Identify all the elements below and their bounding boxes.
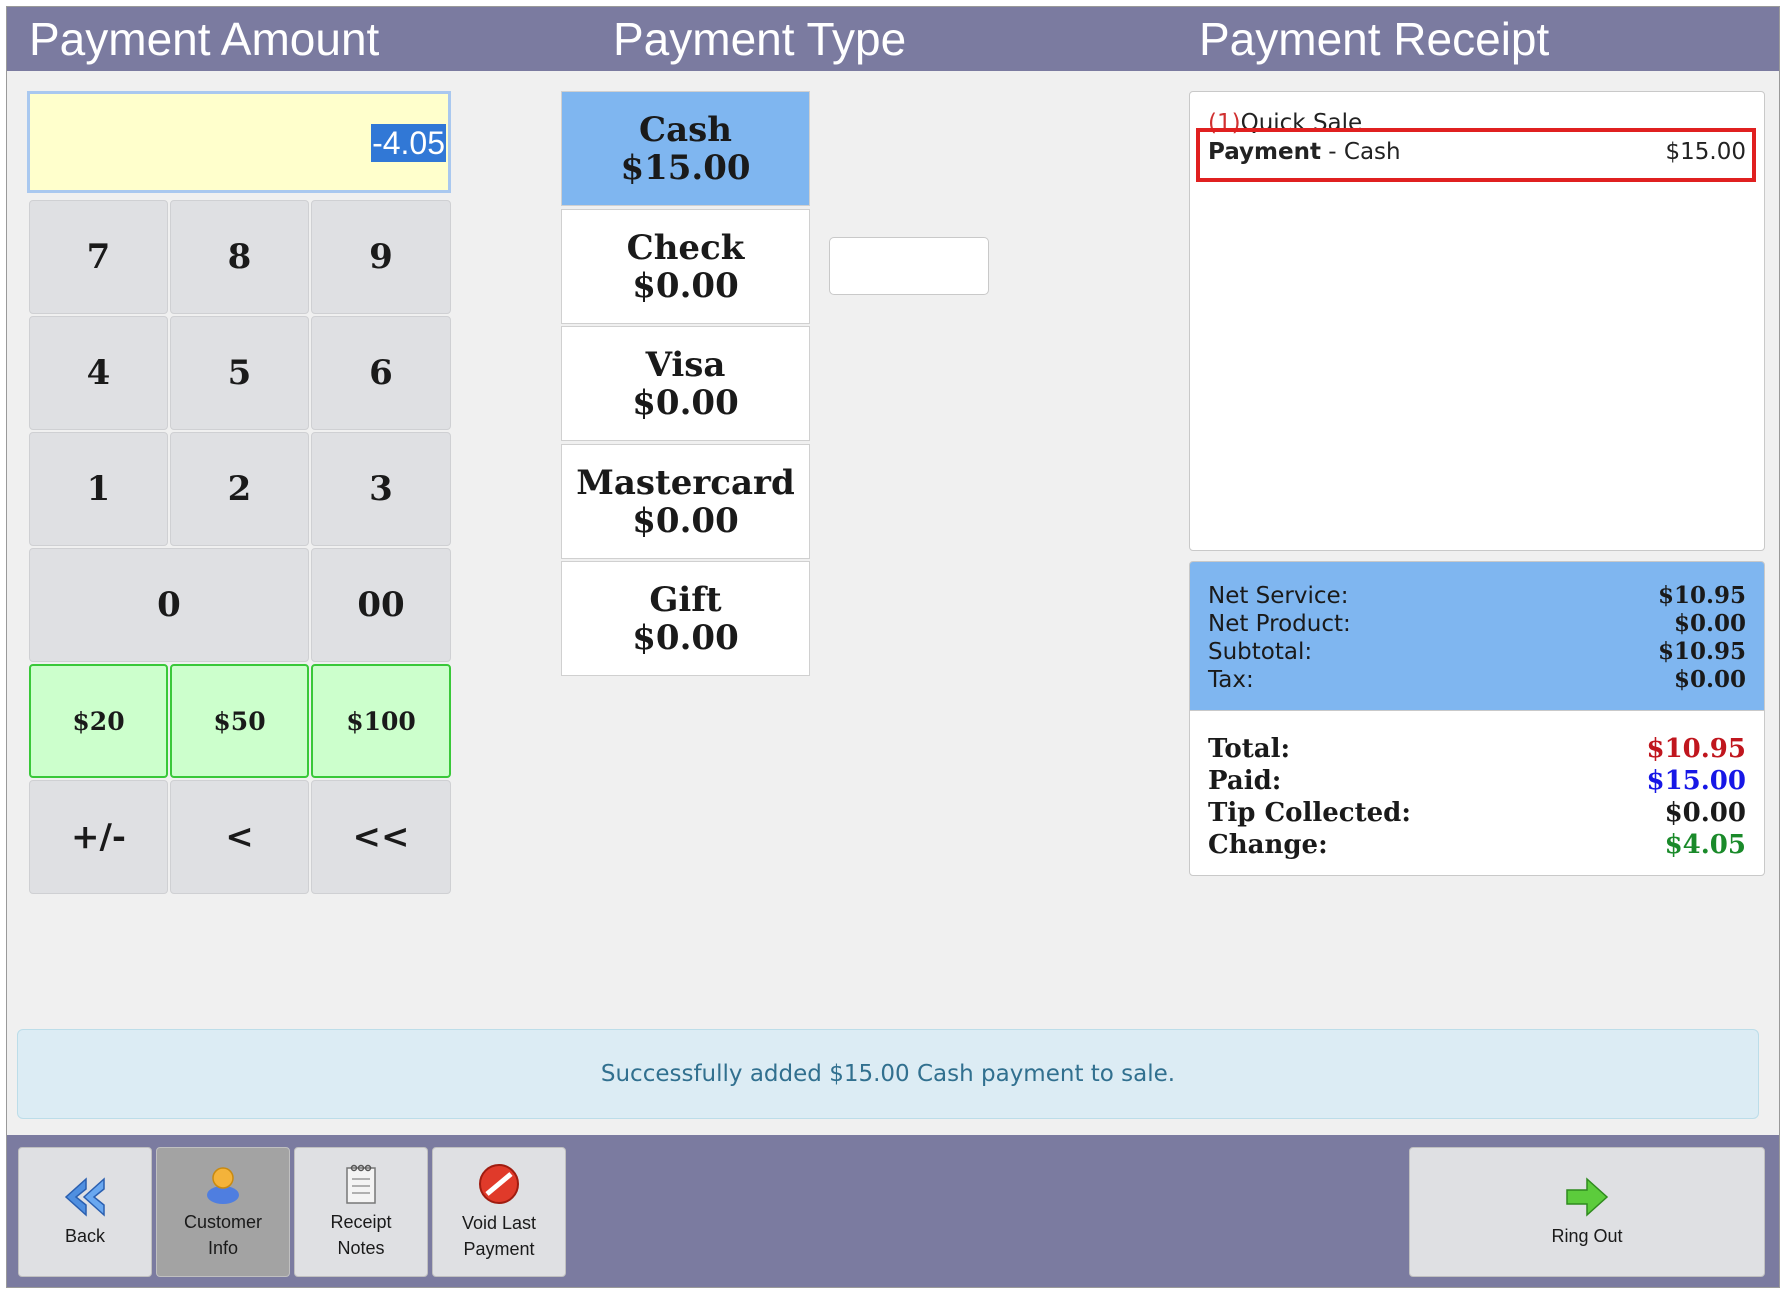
payment-type-name: Mastercard bbox=[576, 462, 795, 503]
payment-type-amount: $0.00 bbox=[632, 500, 739, 541]
receipt-notes-label-2: Notes bbox=[337, 1238, 385, 1258]
tip-row: Tip Collected: $0.00 bbox=[1208, 797, 1746, 829]
payment-type-amount: $0.00 bbox=[632, 382, 739, 423]
payment-type-heading: Payment Type bbox=[613, 13, 907, 65]
payment-type-amount: $15.00 bbox=[620, 147, 751, 188]
payment-amount-input[interactable]: -4.05 bbox=[27, 91, 451, 193]
subtotal-row: Subtotal: $10.95 bbox=[1208, 638, 1746, 666]
quick-amount-100-button[interactable]: $100 bbox=[311, 664, 451, 778]
customer-info-label-2: Info bbox=[207, 1238, 239, 1258]
total-row: Total: $10.95 bbox=[1208, 733, 1746, 765]
payment-amount-heading: Payment Amount bbox=[29, 13, 380, 65]
totals-value: $10.95 bbox=[1657, 582, 1746, 609]
key-5[interactable]: 5 bbox=[170, 316, 309, 430]
back-button[interactable]: Back bbox=[18, 1147, 152, 1277]
key-3[interactable]: 3 bbox=[311, 432, 451, 546]
payment-type-cash[interactable]: Cash $15.00 bbox=[561, 91, 810, 206]
net-service-row: Net Service: $10.95 bbox=[1208, 582, 1746, 610]
ring-out-button[interactable]: Ring Out bbox=[1409, 1147, 1765, 1277]
notepad-icon bbox=[346, 1164, 376, 1204]
change-value: $4.05 bbox=[1664, 830, 1746, 860]
void-label-1: Void Last bbox=[461, 1213, 537, 1233]
payment-type-mastercard[interactable]: Mastercard $0.00 bbox=[561, 444, 810, 559]
payment-type-amount: $0.00 bbox=[632, 617, 739, 658]
key-4[interactable]: 4 bbox=[29, 316, 168, 430]
key-6[interactable]: 6 bbox=[311, 316, 451, 430]
receipt-notes-button[interactable]: Receipt Notes bbox=[294, 1147, 428, 1277]
void-icon bbox=[479, 1164, 519, 1204]
net-product-row: Net Product: $0.00 bbox=[1208, 610, 1746, 638]
payment-type-visa[interactable]: Visa $0.00 bbox=[561, 326, 810, 441]
clear-key[interactable]: << bbox=[311, 780, 451, 894]
paid-value: $15.00 bbox=[1646, 766, 1746, 796]
ring-out-label: Ring Out bbox=[1551, 1226, 1623, 1246]
plus-minus-key[interactable]: +/- bbox=[29, 780, 168, 894]
totals-label: Change: bbox=[1208, 830, 1328, 860]
totals-label: Subtotal: bbox=[1208, 639, 1313, 665]
back-arrow-icon bbox=[64, 1177, 105, 1217]
payment-type-name: Gift bbox=[649, 579, 722, 620]
totals-value: $0.00 bbox=[1673, 666, 1746, 693]
key-00[interactable]: 00 bbox=[311, 548, 451, 662]
key-0[interactable]: 0 bbox=[29, 548, 309, 662]
total-value: $10.95 bbox=[1646, 734, 1746, 764]
key-2[interactable]: 2 bbox=[170, 432, 309, 546]
payment-type-name: Cash bbox=[639, 109, 732, 150]
back-label: Back bbox=[64, 1226, 106, 1246]
bottom-toolbar: Back Customer Info Receipt Notes Void La… bbox=[7, 1135, 1779, 1287]
payment-receipt-heading: Payment Receipt bbox=[1199, 13, 1550, 65]
green-arrow-icon bbox=[1566, 1177, 1609, 1217]
customer-info-label-1: Customer bbox=[183, 1212, 263, 1232]
totals-label: Net Service: bbox=[1208, 583, 1349, 609]
void-label-2: Payment bbox=[463, 1239, 535, 1259]
totals-value: $0.00 bbox=[1673, 610, 1746, 637]
customer-info-button[interactable]: Customer Info bbox=[156, 1147, 290, 1277]
totals-label: Net Product: bbox=[1208, 611, 1351, 637]
totals-label: Tip Collected: bbox=[1208, 798, 1411, 828]
change-row: Change: $4.05 bbox=[1208, 829, 1746, 861]
subtotals-panel: Net Service: $10.95 Net Product: $0.00 S… bbox=[1189, 561, 1765, 711]
quick-amount-50-button[interactable]: $50 bbox=[170, 664, 309, 778]
totals-value: $10.95 bbox=[1657, 638, 1746, 665]
receipt-panel: (1)Quick Sale Payment - Cash $15.00 bbox=[1189, 91, 1765, 551]
key-8[interactable]: 8 bbox=[170, 200, 309, 314]
amount-value: -4.05 bbox=[371, 124, 446, 162]
key-9[interactable]: 9 bbox=[311, 200, 451, 314]
backspace-key[interactable]: < bbox=[170, 780, 309, 894]
tax-row: Tax: $0.00 bbox=[1208, 666, 1746, 694]
header-bar: Payment Amount Payment Type Payment Rece… bbox=[7, 7, 1779, 71]
tip-value: $0.00 bbox=[1664, 798, 1746, 828]
payment-type-name: Visa bbox=[645, 344, 726, 385]
receipt-notes-label-1: Receipt bbox=[330, 1212, 392, 1232]
totals-label: Tax: bbox=[1208, 667, 1254, 693]
key-7[interactable]: 7 bbox=[29, 200, 168, 314]
payment-type-gift[interactable]: Gift $0.00 bbox=[561, 561, 810, 676]
void-last-payment-button[interactable]: Void Last Payment bbox=[432, 1147, 566, 1277]
paid-row: Paid: $15.00 bbox=[1208, 765, 1746, 797]
payment-type-check[interactable]: Check $0.00 bbox=[561, 209, 810, 324]
tender-input[interactable] bbox=[829, 237, 989, 295]
highlight-box bbox=[1196, 128, 1756, 182]
totals-label: Paid: bbox=[1208, 766, 1282, 796]
quick-amount-20-button[interactable]: $20 bbox=[29, 664, 168, 778]
totals-label: Total: bbox=[1208, 734, 1291, 764]
totals-panel: Total: $10.95 Paid: $15.00 Tip Collected… bbox=[1189, 710, 1765, 876]
payment-type-amount: $0.00 bbox=[632, 265, 739, 306]
payment-type-name: Check bbox=[626, 227, 745, 268]
payment-window: Payment Amount Payment Type Payment Rece… bbox=[6, 6, 1780, 1288]
customer-icon bbox=[207, 1167, 239, 1204]
key-1[interactable]: 1 bbox=[29, 432, 168, 546]
status-message: Successfully added $15.00 Cash payment t… bbox=[17, 1029, 1759, 1119]
